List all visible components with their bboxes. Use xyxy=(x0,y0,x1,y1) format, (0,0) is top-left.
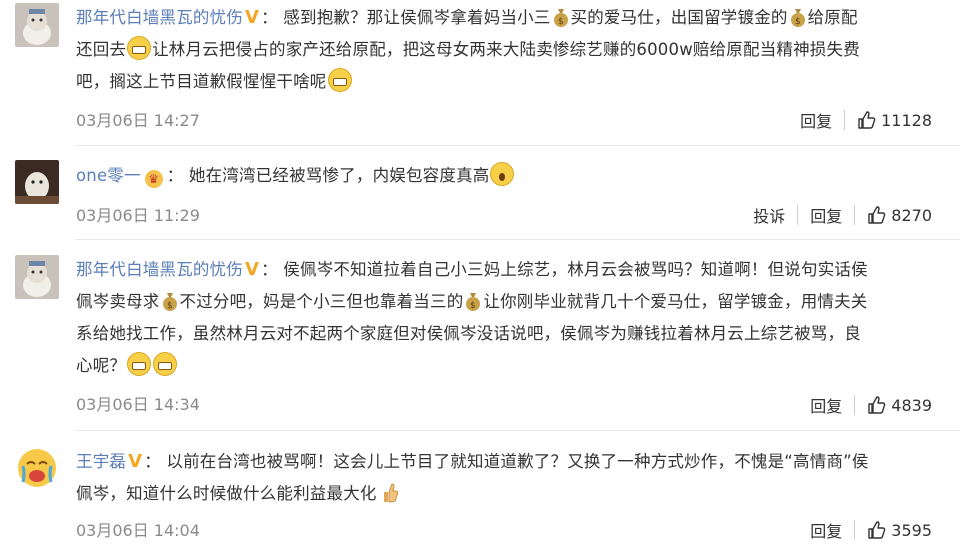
grin-emoji-icon xyxy=(153,352,178,376)
thumbs-up-icon xyxy=(858,111,876,129)
divider xyxy=(75,145,960,146)
comment-date: 03月06日 14:04 xyxy=(76,521,200,540)
like-button[interactable]: 11128 xyxy=(845,110,932,130)
reply-button[interactable]: 回复 xyxy=(798,203,854,227)
text-segment: 给原配 xyxy=(807,8,858,27)
avatar[interactable] xyxy=(15,446,59,490)
username-link[interactable]: 那年代白墙黑瓦的忧伤 xyxy=(76,260,243,279)
text-segment: 不过分吧，妈是个小三但也靠着当三的 xyxy=(179,292,464,311)
like-button[interactable]: 4839 xyxy=(855,395,932,415)
username-link[interactable]: 王宇磊 xyxy=(76,452,126,471)
verified-icon: V xyxy=(128,451,143,472)
like-count: 3595 xyxy=(891,520,932,540)
thumbs-up-icon xyxy=(868,396,886,414)
text-segment: 心呢？ xyxy=(76,356,127,375)
text-segment: 她在湾湾已经被骂惨了，内娱包容度真高 xyxy=(188,166,490,185)
grin-emoji-icon xyxy=(127,352,152,376)
text-segment: 系给她找工作，虽然林月云对不起两个家庭但对侯佩岑没话说吧，侯佩岑为赚钱拉着林月云… xyxy=(76,324,861,343)
svg-text:$: $ xyxy=(167,301,173,311)
verified-icon: V xyxy=(245,259,260,280)
comment-text: 王宇磊 V： 以前在台湾也被骂啊！这会儿上节目了就知道道歉了？又换了一种方式炒作，… xyxy=(76,451,869,504)
grin-emoji-icon xyxy=(327,68,352,92)
reply-button[interactable]: 回复 xyxy=(788,108,844,132)
report-button[interactable]: 投诉 xyxy=(741,203,797,227)
like-button[interactable]: 3595 xyxy=(855,520,932,540)
comment-text: 那年代白墙黑瓦的忧伤 V： 侯佩岑不知道拉着自己小三妈上综艺，林月云会被骂吗？知道… xyxy=(76,259,868,376)
comment-text: one零一 ♛： 她在湾湾已经被骂惨了，内娱包容度真高 xyxy=(76,160,938,192)
like-count: 4839 xyxy=(891,395,932,415)
grin-emoji-icon xyxy=(127,36,152,60)
reply-button[interactable]: 回复 xyxy=(798,518,854,542)
username-link[interactable]: 那年代白墙黑瓦的忧伤 xyxy=(76,8,243,27)
comment-text: 那年代白墙黑瓦的忧伤 V： 感到抱歉？那让侯佩岑拿着妈当小三 $ 买的爱马仕，出国留学… xyxy=(76,7,860,92)
scared-emoji-icon xyxy=(490,162,515,186)
money-bag-icon: $ xyxy=(162,291,178,311)
thumbs-up-icon xyxy=(868,206,886,224)
username-link[interactable]: one零一 xyxy=(76,166,141,185)
text-segment: 还回去 xyxy=(76,40,127,59)
text-segment: 佩岑卖母求 xyxy=(76,292,160,311)
money-bag-icon: $ xyxy=(465,291,481,311)
like-count: 11128 xyxy=(881,110,932,130)
comment-date: 03月06日 11:29 xyxy=(76,206,200,225)
avatar[interactable] xyxy=(15,255,59,299)
like-count: 8270 xyxy=(891,205,932,225)
money-bag-icon: $ xyxy=(790,7,806,27)
thumbs-up-emoji-icon xyxy=(381,482,399,504)
svg-text:$: $ xyxy=(558,17,564,27)
text-segment: 以前在台湾也被骂啊！这会儿上节目了就知道道歉了？又换了一种方式炒作，不愧是“高情… xyxy=(166,452,869,471)
like-button[interactable]: 8270 xyxy=(855,205,932,225)
svg-text:$: $ xyxy=(795,17,801,27)
svg-text:$: $ xyxy=(470,301,476,311)
text-segment: 让你刚毕业就背几十个爱马仕，留学镀金，用情夫关 xyxy=(483,292,868,311)
comment-date: 03月06日 14:34 xyxy=(76,395,200,414)
divider xyxy=(75,239,960,240)
comment-date: 03月06日 14:27 xyxy=(76,111,200,130)
thumbs-up-icon xyxy=(868,521,886,539)
reply-button[interactable]: 回复 xyxy=(798,393,854,417)
money-bag-icon: $ xyxy=(553,7,569,27)
divider xyxy=(75,430,960,431)
text-segment: 吧，搁这上节目道歉假惺惺干啥呢 xyxy=(76,72,327,91)
text-segment: 侯佩岑不知道拉着自己小三妈上综艺，林月云会被骂吗？知道啊！但说句实话侯 xyxy=(283,260,868,279)
avatar[interactable] xyxy=(15,160,59,204)
avatar[interactable] xyxy=(15,3,59,47)
text-segment: 感到抱歉？那让侯佩岑拿着妈当小三 xyxy=(283,8,551,27)
text-segment: 买的爱马仕，出国留学镀金的 xyxy=(570,8,788,27)
crown-badge-icon: ♛ xyxy=(144,170,163,188)
text-segment: 让林月云把侵占的家产还给原配，把这母女两来大陆卖惨综艺赚的6000w赔给原配当精… xyxy=(152,40,860,59)
text-segment: 佩岑，知道什么时候做什么能利益最大化 xyxy=(76,484,377,503)
verified-icon: V xyxy=(245,7,260,28)
